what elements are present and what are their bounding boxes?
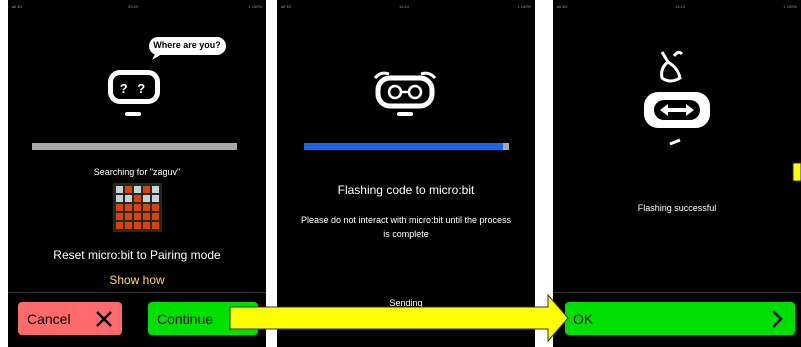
signal-indicator: ail 3G: [12, 4, 23, 9]
battery-indicator: 1 100%: [783, 4, 797, 9]
cancel-button[interactable]: Cancel: [18, 302, 122, 335]
led-off: [143, 195, 150, 202]
bubble-text: Where are you?: [153, 40, 221, 50]
led-off: [116, 186, 123, 193]
pairing-screen: ail 3G 23:49 1 100% Where are you? ? ? S…: [8, 0, 266, 347]
status-time: 13:14: [399, 4, 410, 9]
reset-instruction: Reset micro:bit to Pairing mode: [53, 248, 221, 262]
signal-indicator: all 3G: [557, 4, 568, 9]
divider: [553, 292, 801, 293]
ok-label: OK: [573, 310, 594, 327]
led-on: [125, 186, 132, 193]
continue-button[interactable]: Continue: [148, 302, 258, 335]
flashing-title: Flashing code to micro:bit: [337, 183, 475, 197]
success-screen: all 3G 13:14 1 100% Flashing successful …: [553, 0, 801, 347]
led-on: [143, 213, 150, 220]
search-progress-bar: [32, 143, 237, 150]
led-on: [116, 213, 123, 220]
led-on: [134, 204, 141, 211]
led-on: [134, 195, 141, 202]
led-pattern: [113, 183, 162, 232]
led-on: [116, 222, 123, 229]
led-on: [152, 213, 159, 220]
led-on: [116, 204, 123, 211]
led-on: [143, 222, 150, 229]
robot-face-success: [644, 50, 710, 146]
battery-indicator: 1 100%: [517, 4, 531, 9]
divider: [8, 292, 266, 293]
searching-text: Searching for "zaguv": [93, 167, 181, 177]
status-bar: all 3G 13:14 1 100%: [553, 0, 801, 12]
flashing-note: Please do not interact with micro:bit un…: [300, 215, 512, 239]
chevron-right-icon: [772, 310, 783, 328]
show-how-link[interactable]: Show how: [8, 273, 266, 287]
cancel-label: Cancel: [27, 310, 71, 327]
led-on: [125, 204, 132, 211]
speech-bubble: Where are you?: [148, 36, 228, 60]
led-on: [143, 204, 150, 211]
status-bar: ail 3G 23:49 1 100%: [8, 0, 266, 12]
robot-face: ? ?: [108, 70, 160, 104]
flash-progress-fill: [304, 143, 503, 150]
flashing-screen: all 3G 13:14 1 100% Flashing code to mic…: [277, 0, 535, 347]
flash-progress-bar: [304, 143, 509, 150]
close-icon: [96, 311, 112, 327]
led-on: [125, 222, 132, 229]
robot-eyes: ? ?: [119, 81, 149, 96]
led-on: [125, 213, 132, 220]
led-on: [134, 213, 141, 220]
status-time: 13:14: [675, 4, 686, 9]
chevron-right-icon: [237, 310, 248, 328]
led-on: [143, 186, 150, 193]
status-time: 23:49: [128, 4, 139, 9]
signal-indicator: all 3G: [281, 4, 292, 9]
success-message: Flashing successful: [637, 203, 717, 213]
ok-button[interactable]: OK: [565, 302, 795, 335]
led-off: [116, 195, 123, 202]
status-bar: all 3G 13:14 1 100%: [277, 0, 535, 12]
continue-label: Continue: [157, 310, 214, 327]
led-on: [152, 222, 159, 229]
led-off: [134, 186, 141, 193]
robot-mouth: [125, 112, 141, 116]
robot-face-flashing: [373, 71, 437, 116]
led-off: [125, 195, 132, 202]
led-grid: [113, 183, 162, 232]
led-off: [152, 195, 159, 202]
battery-indicator: 1 100%: [248, 4, 262, 9]
led-off: [152, 186, 159, 193]
sending-text: Sending: [389, 298, 423, 308]
led-on: [152, 204, 159, 211]
led-on: [134, 222, 141, 229]
